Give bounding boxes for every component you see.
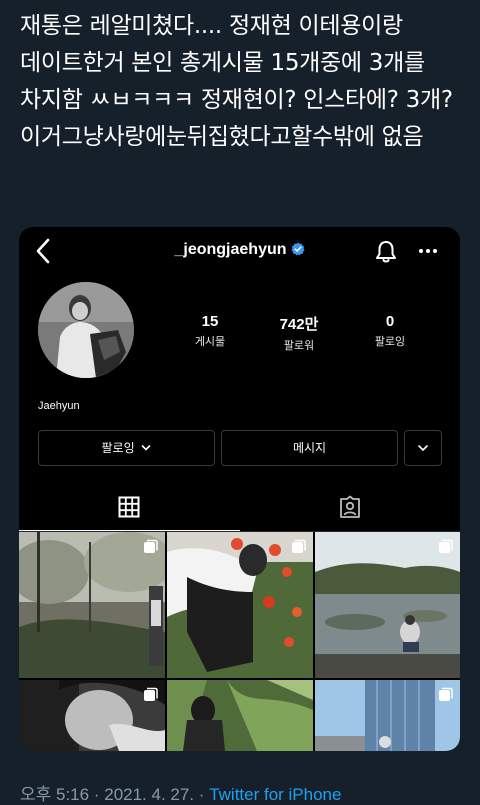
tweet-meta: 오후 5:16 · 2021. 4. 27. · Twitter for iPh… [20,780,341,805]
tweet-date: 2021. 4. 27. [104,785,195,804]
post-thumbnail[interactable] [315,680,460,751]
tweet-time: 오후 5:16 [20,785,90,804]
stat-posts[interactable]: 15 게시물 [170,313,250,349]
profile-tabs [19,489,460,531]
post-thumbnail[interactable] [315,532,460,678]
instagram-top-bar: _jeongjaehyun [19,227,460,275]
tweet-source-link[interactable]: Twitter for iPhone [209,785,341,804]
followers-count: 742만 [279,316,319,333]
following-button[interactable]: 팔로잉 [38,430,215,466]
followers-label: 팔로워 [283,340,315,352]
profile-username: _jeongjaehyun [174,241,287,258]
tweet-text: 재통은 레알미쳤다.... 정재현 이테용이랑 데이트한거 본인 총게시물 15… [20,13,460,150]
multiple-photos-icon [439,539,453,553]
message-button-label: 메시지 [292,441,327,455]
posts-label: 게시물 [194,336,226,348]
multiple-photos-icon [439,687,453,701]
post-thumbnail[interactable] [19,532,165,678]
meta-separator: · [93,785,100,804]
posts-count: 15 [201,313,219,330]
post-thumbnail[interactable] [167,532,313,678]
multiple-photos-icon [144,539,158,553]
post-thumbnail[interactable] [167,680,313,751]
verified-badge-icon [291,242,305,256]
post-grid [19,532,460,751]
following-count: 0 [385,313,395,330]
tagged-icon[interactable] [338,495,362,519]
chevron-down-icon [418,445,428,451]
instagram-screenshot: _jeongjaehyun 15 게시물 742만 팔로워 0 팔로잉 Jaeh… [19,227,460,751]
suggested-dropdown-button[interactable] [404,430,442,466]
multiple-photos-icon [292,539,306,553]
bell-icon[interactable] [373,239,399,265]
more-icon[interactable] [417,247,439,255]
profile-name: Jaehyun [38,400,80,412]
message-button[interactable]: 메시지 [221,430,398,466]
following-label: 팔로잉 [374,336,406,348]
tab-active-indicator [19,530,240,531]
avatar-photo [38,282,134,378]
multiple-photos-icon [144,687,158,701]
grid-icon[interactable] [118,496,140,518]
stat-following[interactable]: 0 팔로잉 [350,313,430,349]
stat-followers[interactable]: 742만 팔로워 [259,313,339,353]
avatar[interactable] [38,282,134,378]
meta-separator: · [198,785,205,804]
post-thumbnail[interactable] [19,680,165,751]
chevron-down-icon [142,445,151,451]
following-button-label: 팔로잉 [101,441,135,455]
post-image [167,680,313,751]
